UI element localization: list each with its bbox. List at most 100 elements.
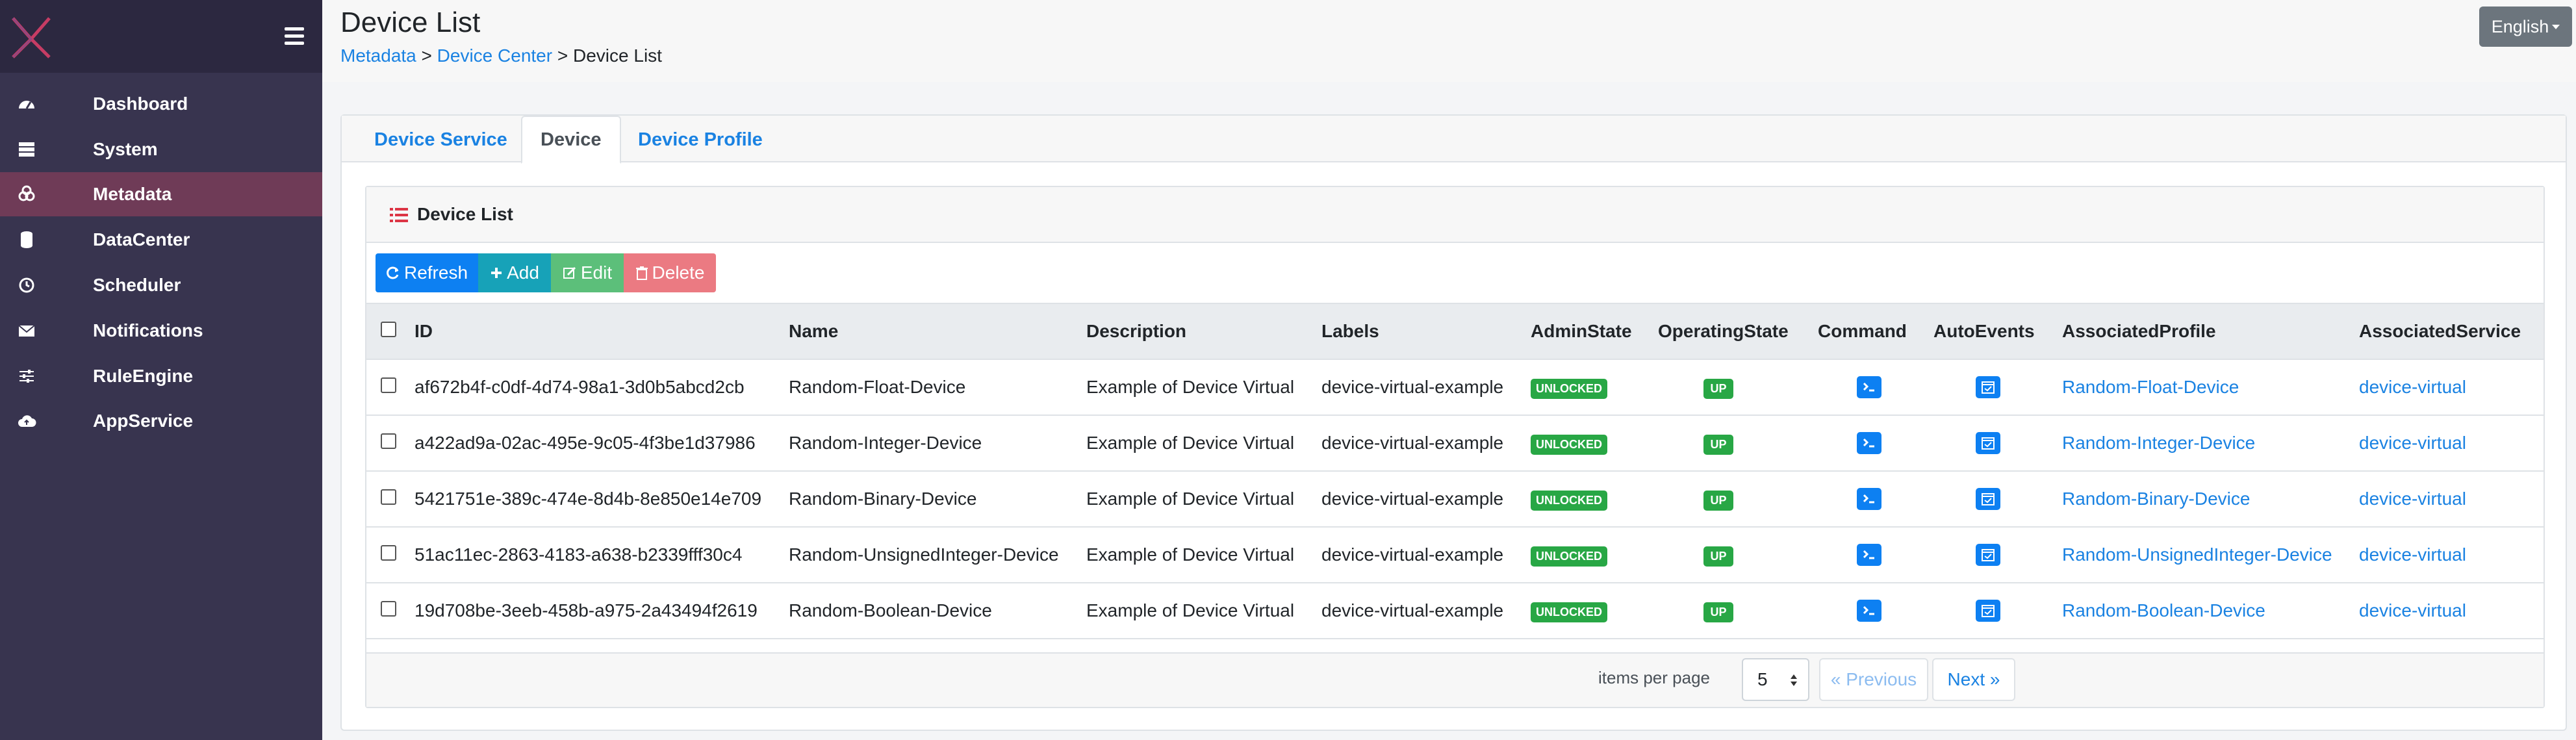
device-id: a422ad9a-02ac-495e-9c05-4f3be1d37986: [414, 433, 756, 453]
tab-device-profile[interactable]: Device Profile: [638, 116, 763, 164]
items-per-page-select[interactable]: 5: [1742, 658, 1809, 701]
menu-toggle-icon[interactable]: [285, 27, 304, 45]
refresh-button[interactable]: Refresh: [376, 253, 478, 292]
associated-profile-link[interactable]: Random-Float-Device: [2062, 359, 2359, 415]
row-checkbox[interactable]: [381, 545, 396, 561]
language-dropdown[interactable]: English: [2479, 6, 2572, 47]
admin-state-badge[interactable]: UNLOCKED: [1531, 546, 1607, 567]
associated-profile-link[interactable]: Random-Binary-Device: [2062, 471, 2359, 527]
admin-state-badge[interactable]: UNLOCKED: [1531, 602, 1607, 622]
breadcrumb-metadata-link[interactable]: Metadata: [340, 45, 416, 66]
sidebar-item-ruleengine[interactable]: RuleEngine: [0, 354, 322, 398]
sidebar-item-label: Scheduler: [93, 275, 181, 295]
device-list-panel: Device List Refresh Add Edit Delete ID N…: [365, 186, 2545, 708]
column-header[interactable]: AssociatedProfile: [2062, 303, 2359, 360]
admin-state-badge[interactable]: UNLOCKED: [1531, 490, 1607, 511]
operating-state-badge: UP: [1703, 378, 1733, 399]
select-all-checkbox[interactable]: [381, 322, 396, 337]
sidebar-item-label: System: [93, 139, 158, 159]
command-button[interactable]: [1857, 488, 1881, 511]
column-header[interactable]: AssociatedService: [2359, 303, 2544, 360]
next-page-button[interactable]: Next »: [1932, 658, 2015, 701]
device-name: Random-Boolean-Device: [789, 600, 992, 620]
device-name: Random-Float-Device: [789, 377, 966, 397]
autoevents-button[interactable]: [1976, 488, 2000, 511]
panel-header: Device List: [366, 187, 2544, 243]
calendar-check-icon: [1982, 549, 1995, 562]
delete-button[interactable]: Delete: [624, 253, 716, 292]
sidebar-item-system[interactable]: System: [0, 127, 322, 172]
clock-icon: [19, 277, 34, 293]
row-checkbox[interactable]: [381, 377, 396, 393]
operating-state-badge: UP: [1703, 602, 1733, 622]
column-header[interactable]: OperatingState: [1658, 303, 1818, 360]
associated-service-link[interactable]: device-virtual: [2359, 415, 2544, 471]
page-header: Device List Metadata > Device Center > D…: [322, 0, 2576, 82]
calendar-check-icon: [1982, 605, 1995, 618]
sidebar-item-dashboard[interactable]: Dashboard: [0, 82, 322, 126]
sidebar-item-scheduler[interactable]: Scheduler: [0, 263, 322, 307]
column-header[interactable]: Labels: [1321, 303, 1531, 360]
tab-device[interactable]: Device: [521, 116, 621, 164]
breadcrumb-separator: >: [421, 45, 432, 66]
row-checkbox[interactable]: [381, 601, 396, 617]
device-description: Example of Device Virtual: [1086, 544, 1295, 565]
sidebar-item-appservice[interactable]: AppService: [0, 399, 322, 443]
associated-profile-link[interactable]: Random-UnsignedInteger-Device: [2062, 527, 2359, 583]
command-button[interactable]: [1857, 432, 1881, 455]
row-checkbox[interactable]: [381, 433, 396, 449]
double-chevron-right-icon: »: [1985, 669, 2000, 689]
cloud-upload-icon: [18, 415, 36, 427]
envelope-icon: [18, 325, 35, 337]
operating-state-badge: UP: [1703, 546, 1733, 567]
device-labels: device-virtual-example: [1321, 489, 1504, 509]
admin-state-badge[interactable]: UNLOCKED: [1531, 378, 1607, 399]
command-button[interactable]: [1857, 600, 1881, 622]
column-header[interactable]: Command: [1818, 303, 1933, 360]
autoevents-button[interactable]: [1976, 432, 2000, 455]
tab-device-service[interactable]: Device Service: [374, 116, 507, 164]
column-header[interactable]: Name: [789, 303, 1086, 360]
items-per-page-label: items per page: [1598, 668, 1710, 687]
device-description: Example of Device Virtual: [1086, 489, 1295, 509]
calendar-check-icon: [1982, 437, 1995, 450]
associated-profile-link[interactable]: Random-Boolean-Device: [2062, 583, 2359, 639]
sidebar-item-metadata[interactable]: Metadata: [0, 172, 322, 216]
device-labels: device-virtual-example: [1321, 544, 1504, 565]
calendar-check-icon: [1982, 493, 1995, 506]
command-button[interactable]: [1857, 376, 1881, 399]
calendar-check-icon: [1982, 381, 1995, 394]
row-checkbox[interactable]: [381, 489, 396, 505]
sidebar-item-notifications[interactable]: Notifications: [0, 309, 322, 353]
associated-profile-link[interactable]: Random-Integer-Device: [2062, 415, 2359, 471]
panel-title: Device List: [417, 204, 513, 224]
breadcrumb-device-center-link[interactable]: Device Center: [437, 45, 552, 66]
autoevents-button[interactable]: [1976, 376, 2000, 399]
associated-service-link[interactable]: device-virtual: [2359, 471, 2544, 527]
edit-icon: [563, 266, 576, 279]
autoevents-button[interactable]: [1976, 544, 2000, 567]
associated-service-link[interactable]: device-virtual: [2359, 359, 2544, 415]
device-name: Random-Binary-Device: [789, 489, 977, 509]
column-header[interactable]: AdminState: [1531, 303, 1658, 360]
associated-service-link[interactable]: device-virtual: [2359, 583, 2544, 639]
sidebar-item-label: DataCenter: [93, 229, 190, 249]
previous-page-button[interactable]: « Previous: [1819, 658, 1928, 701]
sidebar-item-datacenter[interactable]: DataCenter: [0, 218, 322, 262]
table-header-row: ID Name Description Labels AdminState Op…: [366, 303, 2544, 360]
associated-service-link[interactable]: device-virtual: [2359, 527, 2544, 583]
edit-button[interactable]: Edit: [551, 253, 624, 292]
add-button[interactable]: Add: [478, 253, 551, 292]
command-button[interactable]: [1857, 544, 1881, 567]
column-header[interactable]: ID: [414, 303, 789, 360]
caret-down-icon: [2552, 24, 2560, 29]
breadcrumb: Metadata > Device Center > Device List: [340, 45, 662, 66]
autoevents-button[interactable]: [1976, 600, 2000, 622]
sidebar-item-label: AppService: [93, 411, 194, 431]
admin-state-badge[interactable]: UNLOCKED: [1531, 434, 1607, 455]
table-row: 19d708be-3eeb-458b-a975-2a43494f2619 Ran…: [366, 583, 2544, 639]
column-header[interactable]: Description: [1086, 303, 1321, 360]
column-header[interactable]: AutoEvents: [1933, 303, 2062, 360]
app-logo-icon[interactable]: [9, 16, 53, 60]
page-title: Device List: [340, 6, 481, 38]
